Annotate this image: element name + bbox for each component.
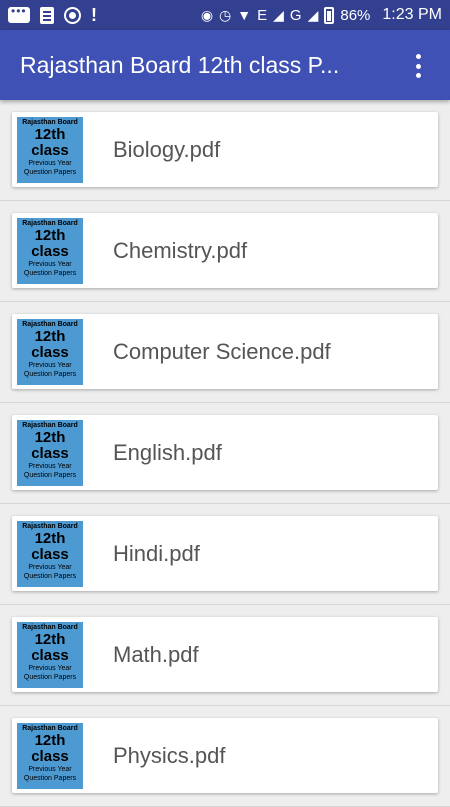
thumbnail-subtitle-2: Question Papers [23, 269, 77, 277]
chat-notification-icon [8, 4, 30, 23]
thumbnail-grade-text: 12th [34, 731, 66, 749]
file-name: Hindi.pdf [113, 540, 200, 566]
list-item[interactable]: Rajasthan Board 12th class Previous Year… [0, 302, 450, 403]
file-card[interactable]: Rajasthan Board 12th class Previous Year… [12, 213, 438, 288]
pdf-thumbnail: Rajasthan Board 12th class Previous Year… [17, 520, 83, 587]
battery-level: 86% [340, 6, 371, 24]
thumbnail-subtitle-2: Question Papers [23, 370, 77, 378]
thumbnail-subtitle-1: Previous Year [28, 159, 72, 167]
pdf-thumbnail: Rajasthan Board 12th class Previous Year… [17, 419, 83, 486]
more-options-button[interactable] [408, 52, 428, 80]
thumbnail-grade-text: 12th [34, 428, 66, 446]
file-name: Computer Science.pdf [113, 338, 331, 364]
more-options-icon [415, 54, 421, 59]
clock: 1:23 PM [382, 6, 442, 23]
list-item[interactable]: Rajasthan Board 12th class Previous Year… [0, 605, 450, 706]
file-card[interactable]: Rajasthan Board 12th class Previous Year… [12, 617, 438, 692]
thumbnail-subtitle-1: Previous Year [28, 664, 72, 672]
location-icon: ◉ [200, 6, 214, 23]
pdf-thumbnail: Rajasthan Board 12th class Previous Year… [17, 722, 83, 789]
thumbnail-grade-text: 12th [34, 327, 66, 345]
thumbnail-subtitle-1: Previous Year [28, 260, 72, 268]
file-name: Chemistry.pdf [113, 237, 248, 263]
thumbnail-grade-text: 12th [34, 529, 66, 547]
pdf-thumbnail: Rajasthan Board 12th class Previous Year… [17, 116, 83, 183]
thumbnail-subtitle-1: Previous Year [28, 563, 72, 571]
alert-notification-icon: ! [91, 5, 97, 25]
thumbnail-subtitle-2: Question Papers [23, 572, 77, 580]
list-item[interactable]: Rajasthan Board 12th class Previous Year… [0, 403, 450, 504]
file-card[interactable]: Rajasthan Board 12th class Previous Year… [12, 718, 438, 793]
thumbnail-subtitle-1: Previous Year [28, 361, 72, 369]
file-list: Rajasthan Board 12th class Previous Year… [0, 100, 450, 807]
file-name: Math.pdf [113, 641, 199, 667]
list-item[interactable]: Rajasthan Board 12th class Previous Year… [0, 201, 450, 302]
file-name: English.pdf [113, 439, 222, 465]
thumbnail-subtitle-1: Previous Year [28, 462, 72, 470]
wifi-icon: ▼ [237, 7, 252, 23]
thumbnail-subtitle-2: Question Papers [23, 673, 77, 681]
thumbnail-grade-text: 12th [34, 226, 66, 244]
thumbnail-subtitle-1: Previous Year [28, 765, 72, 773]
thumbnail-class-text: class [31, 747, 69, 765]
thumbnail-class-text: class [31, 343, 69, 361]
signal-icon-2: ◢ [307, 6, 319, 23]
file-card[interactable]: Rajasthan Board 12th class Previous Year… [12, 112, 438, 187]
file-card[interactable]: Rajasthan Board 12th class Previous Year… [12, 415, 438, 490]
thumbnail-class-text: class [31, 444, 69, 462]
pdf-thumbnail: Rajasthan Board 12th class Previous Year… [17, 217, 83, 284]
thumbnail-class-text: class [31, 646, 69, 664]
thumbnail-subtitle-2: Question Papers [23, 168, 77, 176]
thumbnail-grade-text: 12th [34, 125, 66, 143]
file-card[interactable]: Rajasthan Board 12th class Previous Year… [12, 516, 438, 591]
list-item[interactable]: Rajasthan Board 12th class Previous Year… [0, 706, 450, 807]
document-notification-icon [40, 6, 54, 24]
thumbnail-class-text: class [31, 242, 69, 260]
alarm-icon: ◷ [219, 6, 232, 23]
thumbnail-subtitle-2: Question Papers [23, 774, 77, 782]
thumbnail-subtitle-2: Question Papers [23, 471, 77, 479]
pdf-thumbnail: Rajasthan Board 12th class Previous Year… [17, 318, 83, 385]
signal-icon: ◢ [273, 6, 284, 23]
network-type-2: G [289, 6, 302, 24]
battery-icon [324, 6, 335, 24]
network-type-1: E [257, 6, 268, 24]
status-bar: ! ◉ ◷ ▼ E ◢ G ◢ 86% 1:23 PM [0, 0, 450, 30]
app-bar: Rajasthan Board 12th class P... [0, 30, 450, 100]
thumbnail-grade-text: 12th [34, 630, 66, 648]
file-name: Physics.pdf [113, 742, 226, 768]
file-name: Biology.pdf [113, 136, 221, 162]
pdf-thumbnail: Rajasthan Board 12th class Previous Year… [17, 621, 83, 688]
thumbnail-class-text: class [31, 141, 69, 159]
chrome-notification-icon [64, 6, 81, 24]
file-card[interactable]: Rajasthan Board 12th class Previous Year… [12, 314, 438, 389]
app-title: Rajasthan Board 12th class P... [20, 51, 340, 78]
list-item[interactable]: Rajasthan Board 12th class Previous Year… [0, 504, 450, 605]
list-item[interactable]: Rajasthan Board 12th class Previous Year… [0, 100, 450, 201]
thumbnail-class-text: class [31, 545, 69, 563]
